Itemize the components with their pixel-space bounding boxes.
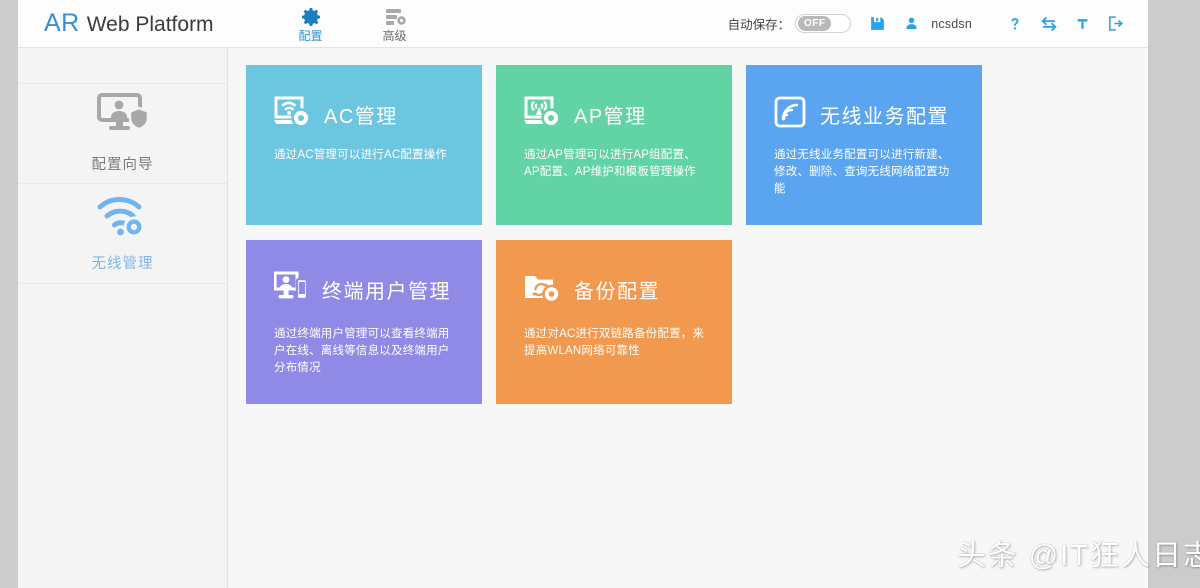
header-right-controls: 自动保存： OFF ncsdsn <box>728 14 1124 33</box>
switch-icon[interactable] <box>1040 15 1058 33</box>
ac-monitor-wifi-gear-icon <box>274 96 311 133</box>
tab-configuration[interactable]: 配置 <box>288 5 334 43</box>
user-icon[interactable] <box>904 15 919 32</box>
card-ap-management-desc: 通过AP管理可以进行AP组配置、AP配置、AP维护和模板管理操作 <box>524 149 696 178</box>
card-header: 终端用户管理 <box>246 240 482 308</box>
tab-advanced[interactable]: 高级 <box>372 5 418 43</box>
wireless-signal-square-icon <box>774 96 806 133</box>
card-ap-management[interactable]: AP管理 通过AP管理可以进行AP组配置、AP配置、AP维护和模板管理操作 <box>496 65 732 225</box>
help-icon[interactable] <box>1008 15 1022 33</box>
sidebar-item-wireless-management[interactable]: 无线管理 <box>18 184 227 284</box>
autosave-label: 自动保存： <box>727 18 791 32</box>
sidebar-item-config-wizard[interactable]: 配置向导 <box>18 84 227 184</box>
card-backup-config-title: 备份配置 <box>574 281 660 303</box>
tool-icon[interactable] <box>1076 15 1089 33</box>
screenshot-viewport: AR Web Platform 配置 高级 自动保存： OFF ncsdsn 配… <box>0 0 1200 588</box>
tab-configuration-label: 配置 <box>298 28 323 43</box>
save-icon[interactable] <box>869 15 886 32</box>
terminal-user-icon <box>273 271 309 308</box>
autosave-toggle[interactable]: OFF <box>795 14 852 33</box>
card-ac-management-desc: 通过AC管理可以进行AC配置操作 <box>274 149 448 161</box>
backup-folder-gear-icon <box>524 271 561 308</box>
card-terminal-user-management[interactable]: 终端用户管理 通过终端用户管理可以查看终端用户在线、离线等信息以及终端用户分布情… <box>246 240 482 404</box>
card-wireless-service-config-title: 无线业务配置 <box>820 106 949 128</box>
card-ap-management-title: AP管理 <box>574 106 647 128</box>
username-label: ncsdsn <box>931 16 972 31</box>
logout-icon[interactable] <box>1107 15 1124 32</box>
app-body: 配置向导 无线管理 AC管理 通过AC管理可以进行AC配置操作 AP管理 通过A… <box>18 48 1148 588</box>
card-backup-config[interactable]: 备份配置 通过对AC进行双链路备份配置，来提高WLAN网络可靠性 <box>496 240 732 404</box>
card-ac-management[interactable]: AC管理 通过AC管理可以进行AC配置操作 <box>246 65 482 225</box>
card-terminal-user-management-title: 终端用户管理 <box>322 281 451 303</box>
tab-advanced-label: 高级 <box>382 28 407 43</box>
application-window: AR Web Platform 配置 高级 自动保存： OFF ncsdsn 配… <box>18 0 1148 588</box>
card-header: 无线业务配置 <box>746 65 982 133</box>
card-header: 备份配置 <box>496 240 732 308</box>
card-header: AC管理 <box>246 65 482 133</box>
wireless-gear-icon <box>96 194 150 243</box>
brand-logo: AR Web Platform <box>44 9 214 38</box>
card-wireless-service-config-desc: 通过无线业务配置可以进行新建、修改、删除、查询无线网络配置功能 <box>774 149 950 195</box>
gear-icon <box>299 5 323 29</box>
sidebar-empty-area <box>18 284 227 588</box>
sidebar-item-wireless-management-label: 无线管理 <box>91 256 154 272</box>
card-ac-management-title: AC管理 <box>324 106 398 128</box>
header-nav-tabs: 配置 高级 <box>288 5 418 43</box>
sidebar-top-spacer <box>18 48 227 84</box>
app-header: AR Web Platform 配置 高级 自动保存： OFF ncsdsn <box>18 0 1148 48</box>
advanced-server-icon <box>383 5 407 29</box>
card-terminal-user-management-desc: 通过终端用户管理可以查看终端用户在线、离线等信息以及终端用户分布情况 <box>274 328 450 374</box>
brand-suffix: Web Platform <box>86 13 214 36</box>
card-wireless-service-config[interactable]: 无线业务配置 通过无线业务配置可以进行新建、修改、删除、查询无线网络配置功能 <box>746 65 982 225</box>
sidebar: 配置向导 无线管理 <box>18 48 228 588</box>
card-header: AP管理 <box>496 65 732 133</box>
card-backup-config-desc: 通过对AC进行双链路备份配置，来提高WLAN网络可靠性 <box>524 328 705 357</box>
brand-prefix: AR <box>44 9 80 37</box>
autosave-toggle-state: OFF <box>798 16 832 31</box>
module-card-grid: AC管理 通过AC管理可以进行AC配置操作 AP管理 通过AP管理可以进行AP组… <box>246 65 984 404</box>
config-wizard-icon <box>96 93 149 144</box>
ap-antenna-gear-icon <box>524 96 561 133</box>
main-content: AC管理 通过AC管理可以进行AC配置操作 AP管理 通过AP管理可以进行AP组… <box>228 48 1148 588</box>
sidebar-item-config-wizard-label: 配置向导 <box>91 157 154 173</box>
